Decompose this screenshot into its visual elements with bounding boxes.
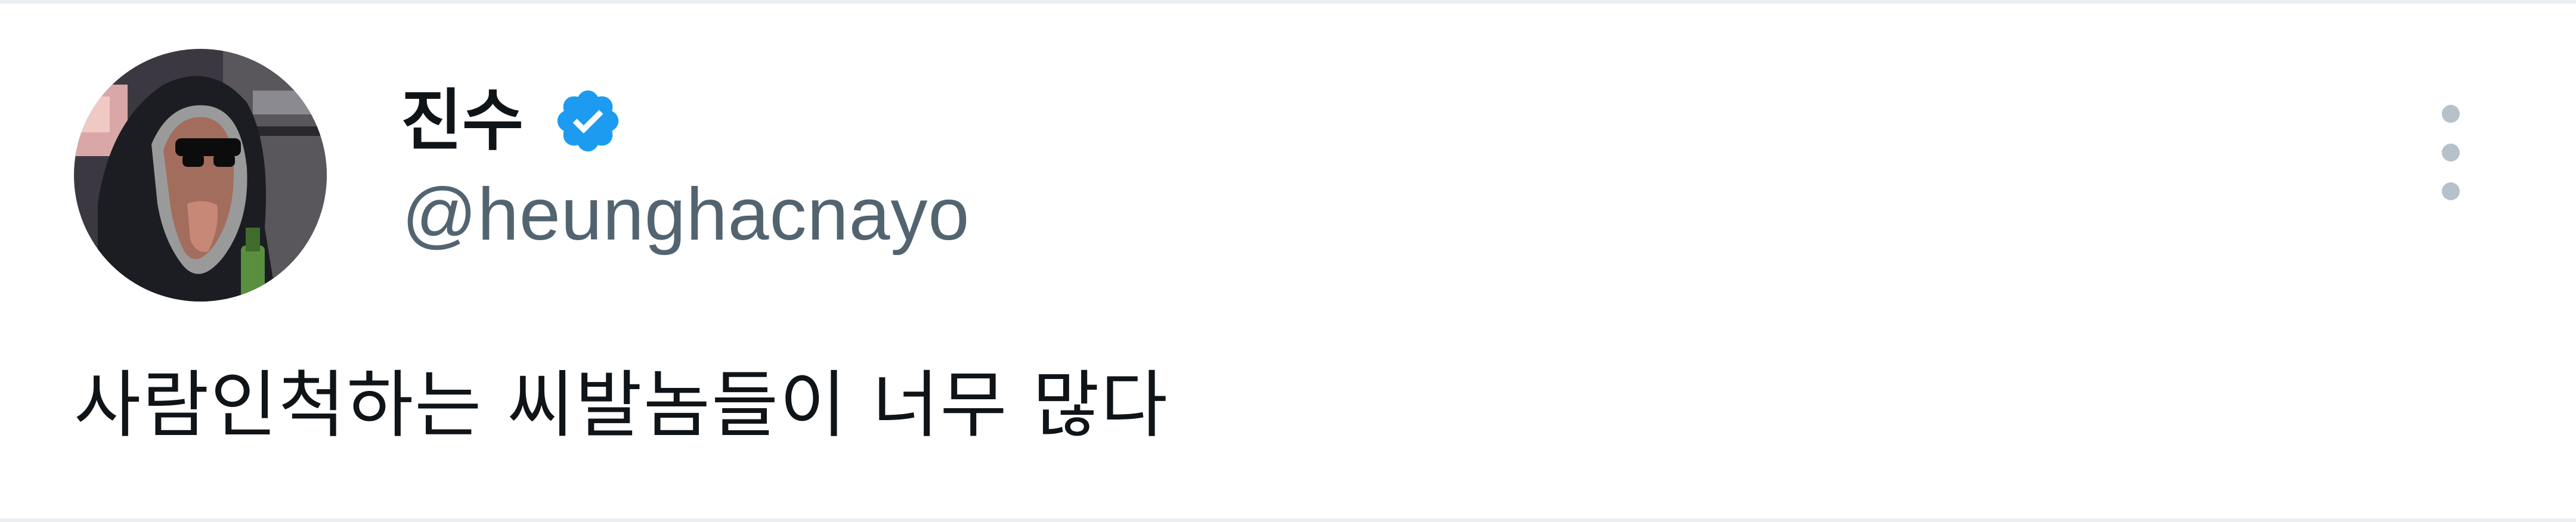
- more-dot: [2442, 105, 2460, 123]
- top-divider: [0, 0, 2576, 4]
- more-options-icon[interactable]: [2421, 105, 2481, 200]
- avatar-image: [74, 49, 327, 302]
- display-name[interactable]: 진수: [401, 88, 524, 154]
- user-handle[interactable]: @heunghacnayo: [402, 178, 970, 251]
- tweet-card: 진수 @heunghacnayo 사람인척하는 씨발놈들이 너무 많다: [0, 0, 2576, 522]
- tweet-text: 사람인척하는 씨발놈들이 너무 많다: [74, 363, 1169, 448]
- verified-badge-icon: [557, 90, 619, 152]
- more-dot: [2442, 182, 2460, 200]
- profile-avatar[interactable]: [74, 49, 327, 302]
- more-dot: [2442, 144, 2460, 161]
- name-row: 진수: [401, 64, 624, 178]
- bottom-divider: [0, 518, 2576, 522]
